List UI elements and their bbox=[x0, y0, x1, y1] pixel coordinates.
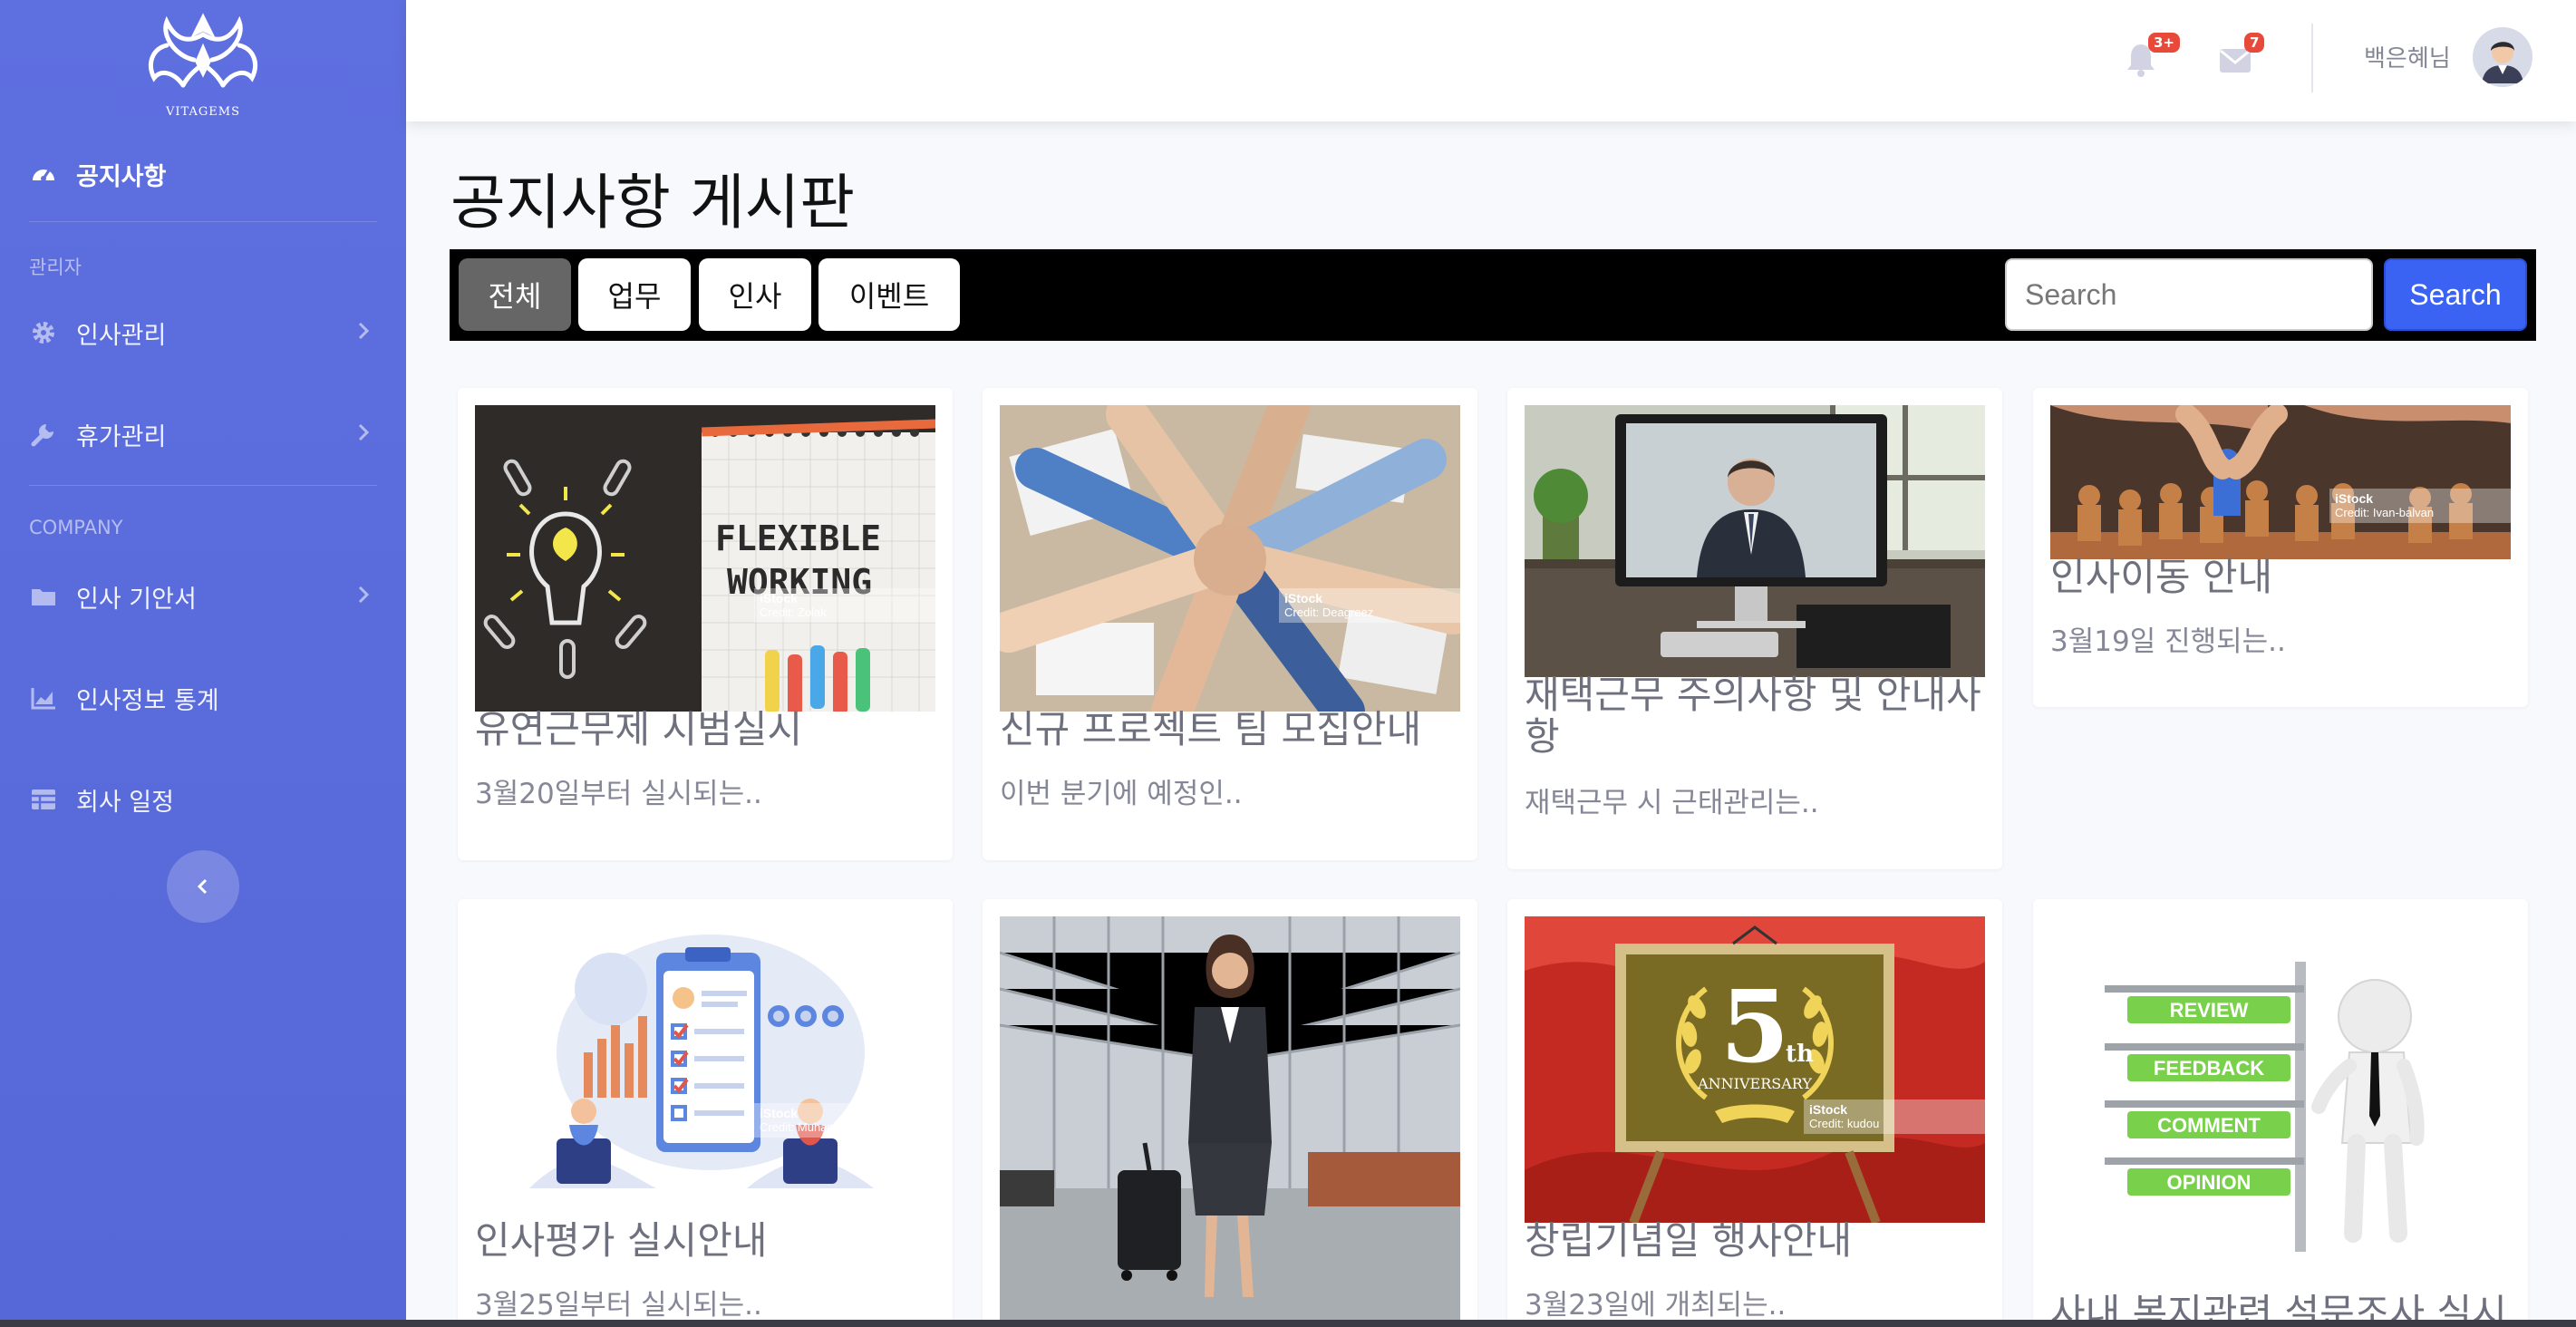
sidebar-item-label: 휴가관리 bbox=[76, 422, 167, 451]
page-title: 공지사항 게시판 bbox=[450, 168, 856, 237]
table-icon bbox=[29, 785, 58, 814]
category-button-work[interactable]: 업무 bbox=[578, 258, 691, 331]
dashboard-icon bbox=[29, 160, 58, 189]
alerts-button[interactable]: 3+ bbox=[2125, 33, 2181, 80]
image-credit: iStock Credit: Zolak bbox=[754, 588, 935, 623]
topbar: 3+ 7 백은혜님 bbox=[406, 0, 2576, 121]
svg-text:FLEXIBLE: FLEXIBLE bbox=[715, 518, 881, 558]
search-input[interactable] bbox=[2005, 258, 2373, 331]
chevron-right-icon bbox=[357, 585, 370, 608]
chevron-right-icon bbox=[357, 321, 370, 344]
alerts-count-badge: 3+ bbox=[2148, 33, 2181, 53]
sidebar-item-hr-drafts[interactable]: 인사 기안서 bbox=[0, 546, 406, 647]
sidebar-heading-admin: 관리자 bbox=[29, 257, 82, 278]
card-description: 3월23일에 개최되는.. bbox=[1525, 1289, 1787, 1322]
topbar-divider bbox=[2311, 24, 2313, 92]
category-button-hr[interactable]: 인사 bbox=[699, 258, 811, 331]
card-title: 신규 프로젝트 팀 모집안내 bbox=[1000, 707, 1422, 751]
anniversary-text: ANNIVERSARY bbox=[1697, 1075, 1812, 1092]
anniversary-number: 5 bbox=[1720, 968, 1790, 1085]
sidebar-heading-company: COMPANY bbox=[29, 517, 123, 538]
image-credit: iStock Credit: Muhamad Chabib alwi bbox=[754, 1103, 935, 1138]
vitagems-logo-icon bbox=[149, 12, 257, 87]
avatar[interactable] bbox=[2473, 27, 2532, 87]
card-title: 창립기념일 행사안내 bbox=[1525, 1218, 1853, 1263]
notice-card[interactable]: 5 th ANNIVERSARY iStock Credit: kudou 창립기… bbox=[1507, 899, 2002, 1327]
sign-opinion: OPINION bbox=[2167, 1171, 2252, 1194]
category-button-event[interactable]: 이벤트 bbox=[818, 258, 960, 331]
anniversary-image: 5 th ANNIVERSARY iStock Credit: kudou bbox=[1525, 916, 1985, 1223]
notice-card[interactable]: REVIEW FEEDBACK COMMENT OPINION 사내 복지관련 … bbox=[2033, 899, 2528, 1327]
wooden-figures-image: iStock Credit: Ivan-balvan bbox=[2050, 405, 2511, 559]
brand-name: VITAGEMS bbox=[166, 104, 240, 119]
flexible-working-image: FLEXIBLE WORKING iStock Credit: Zolak bbox=[475, 405, 935, 712]
card-title: 재택근무 주의사항 및 안내사항 bbox=[1525, 673, 1981, 759]
card-title: 유연근무제 시범실시 bbox=[475, 707, 803, 751]
anniversary-suffix: th bbox=[1786, 1041, 1814, 1068]
messages-count-badge: 7 bbox=[2244, 33, 2265, 53]
evaluation-image: iStock Credit: Muhamad Chabib alwi bbox=[475, 916, 935, 1223]
notice-card[interactable]: iStock Credit: Deagreez 신규 프로젝트 팀 모집안내 이번… bbox=[983, 388, 1477, 860]
card-description: 3월19일 진행되는.. bbox=[2050, 625, 2286, 658]
sidebar-item-label: 인사관리 bbox=[76, 321, 167, 350]
window-bottom-edge bbox=[0, 1320, 2576, 1327]
user-avatar-icon bbox=[2473, 27, 2532, 87]
chevron-right-icon bbox=[357, 422, 370, 446]
sidebar-item-label: 인사정보 통계 bbox=[76, 686, 219, 715]
sidebar-item-notices[interactable]: 공지사항 bbox=[0, 127, 406, 221]
sign-review: REVIEW bbox=[2170, 999, 2249, 1022]
wrench-icon bbox=[29, 420, 58, 449]
sidebar-item-leave-management[interactable]: 휴가관리 bbox=[0, 383, 406, 485]
sidebar-item-label: 공지사항 bbox=[76, 162, 167, 191]
image-credit: iStock Credit: Ivan-balvan bbox=[2329, 489, 2511, 523]
sign-comment: COMMENT bbox=[2157, 1114, 2261, 1137]
video-call-image bbox=[1525, 405, 1985, 677]
notice-card[interactable]: 재택근무 주의사항 및 안내사항 재택근무 시 근태관리는.. bbox=[1507, 388, 2002, 869]
sidebar-item-hr-stats[interactable]: 인사정보 통계 bbox=[0, 647, 406, 749]
sidebar-item-label: 인사 기안서 bbox=[76, 585, 197, 614]
card-title: 인사이동 안내 bbox=[2050, 555, 2273, 599]
sign-feedback: FEEDBACK bbox=[2154, 1057, 2264, 1080]
sidebar: VITAGEMS 공지사항 관리자 인사관리 휴가관리 COMPANY 인사 기… bbox=[0, 0, 406, 1327]
category-filter-bar: 전체 업무 인사 이벤트 Search bbox=[450, 249, 2536, 341]
notice-card[interactable]: iStock Credit: Muhamad Chabib alwi 인사평가 실… bbox=[458, 899, 953, 1327]
card-description: 재택근무 시 근태관리는.. bbox=[1525, 787, 1819, 819]
feedback-signpost-image: REVIEW FEEDBACK COMMENT OPINION bbox=[2050, 916, 2511, 1261]
sidebar-item-label: 회사 일정 bbox=[76, 788, 174, 817]
image-credit: iStock Credit: kudou bbox=[1804, 1099, 1985, 1134]
card-description: 이번 분기에 예정인.. bbox=[1000, 778, 1243, 810]
sidebar-item-company-schedule[interactable]: 회사 일정 bbox=[0, 749, 406, 850]
notice-card[interactable]: iStock Credit: Ivan-balvan 인사이동 안내 3월19일 … bbox=[2033, 388, 2528, 707]
card-title: 인사평가 실시안내 bbox=[475, 1218, 768, 1263]
chart-icon bbox=[29, 683, 58, 712]
card-description: 3월20일부터 실시되는.. bbox=[475, 778, 762, 810]
sidebar-toggle-button[interactable] bbox=[167, 850, 239, 923]
user-name[interactable]: 백은혜님 bbox=[2364, 40, 2451, 73]
card-description: 3월25일부터 실시되는.. bbox=[475, 1289, 762, 1322]
notice-card[interactable]: FLEXIBLE WORKING iStock Credit: Zolak 유연근… bbox=[458, 388, 953, 860]
business-woman-image bbox=[1000, 916, 1460, 1327]
gear-icon bbox=[29, 318, 58, 347]
chevron-left-icon bbox=[197, 878, 208, 895]
search-button[interactable]: Search bbox=[2384, 258, 2527, 331]
category-button-all[interactable]: 전체 bbox=[459, 258, 571, 331]
messages-button[interactable]: 7 bbox=[2219, 33, 2265, 80]
image-credit: iStock Credit: Deagreez bbox=[1279, 588, 1460, 623]
folder-icon bbox=[29, 582, 58, 611]
team-hands-image: iStock Credit: Deagreez bbox=[1000, 405, 1460, 712]
notice-card[interactable] bbox=[983, 899, 1477, 1327]
sidebar-item-hr-management[interactable]: 인사관리 bbox=[0, 282, 406, 383]
brand-logo[interactable]: VITAGEMS bbox=[0, 0, 406, 127]
